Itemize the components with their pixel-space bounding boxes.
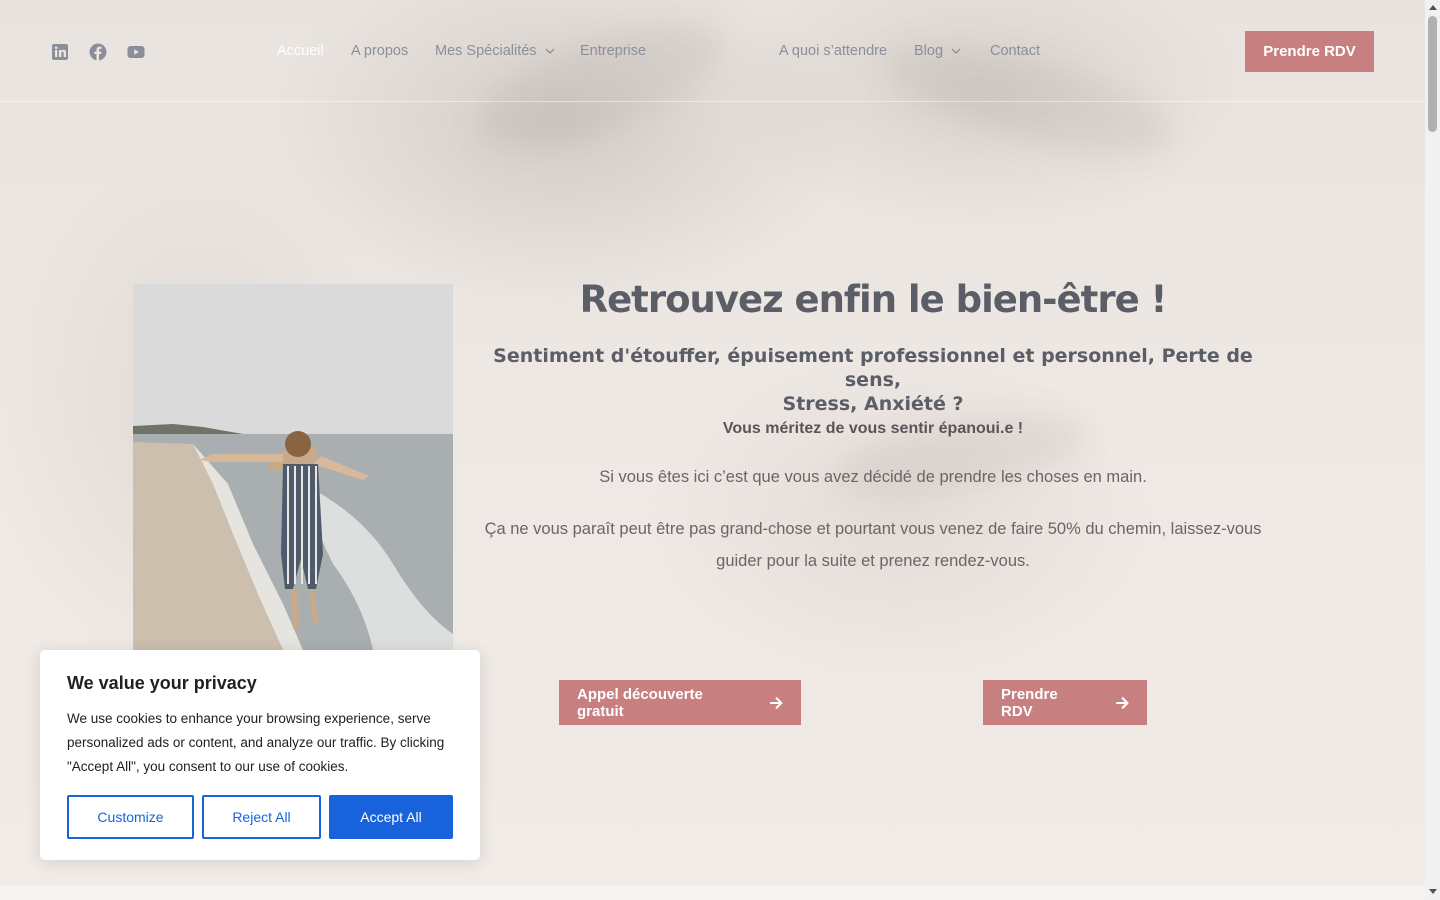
cta-label: Prendre RDV: [1001, 685, 1058, 720]
nav-label: Accueil: [277, 43, 324, 59]
site-header: Accueil A propos Mes Spécialités Entrepr…: [0, 0, 1425, 102]
header-prendre-rdv-button[interactable]: Prendre RDV: [1245, 31, 1374, 72]
hero-subtitle-line: Stress, Anxiété ?: [782, 393, 964, 415]
chevron-down-icon: [951, 48, 961, 54]
nav-label: Entreprise: [580, 43, 647, 59]
hero-paragraph-line: guider pour la suite et prenez rendez-vo…: [716, 552, 1030, 570]
chevron-down-icon: [545, 48, 555, 54]
cookie-reject-all-button[interactable]: Reject All: [202, 795, 321, 839]
scroll-up-arrow-icon[interactable]: [1429, 5, 1437, 10]
nav-label: Blog: [914, 43, 944, 59]
cta-label: Appel découverte gratuit: [577, 685, 703, 720]
nav-item-entreprise[interactable]: Entreprise: [580, 43, 646, 59]
cookie-consent-banner: We value your privacy We use cookies to …: [40, 650, 480, 860]
nav-item-accueil[interactable]: Accueil: [277, 43, 324, 59]
nav-item-a-quoi-sattendre[interactable]: A quoi s’attendre: [779, 43, 887, 59]
hero-subtitle-line: Sentiment d'étouffer, épuisement profess…: [493, 345, 1253, 391]
youtube-icon[interactable]: [127, 43, 145, 61]
nav-item-contact[interactable]: Contact: [990, 43, 1040, 59]
scroll-thumb[interactable]: [1428, 16, 1437, 132]
hero-paragraph: Ça ne vous paraît peut être pas grand-ch…: [480, 513, 1266, 577]
linkedin-icon[interactable]: [51, 43, 69, 61]
hero-photo-woman-on-beach: [133, 284, 453, 650]
page-scrollbar[interactable]: [1425, 0, 1440, 900]
hero-title: Retrouvez enfin le bien-être !: [579, 278, 1168, 321]
prendre-rdv-button[interactable]: Prendre RDV: [983, 680, 1147, 725]
facebook-icon[interactable]: [89, 43, 107, 61]
appel-decouverte-button[interactable]: Appel découverte gratuit: [559, 680, 801, 725]
social-links: [51, 43, 145, 61]
nav-label: A propos: [351, 43, 409, 59]
nav-item-blog[interactable]: Blog: [914, 43, 961, 59]
cookie-text: We use cookies to enhance your browsing …: [67, 711, 445, 774]
hero-paragraph-line: Ça ne vous paraît peut être pas grand-ch…: [484, 520, 1262, 538]
cookie-accept-all-button[interactable]: Accept All: [329, 795, 453, 839]
nav-label: Contact: [990, 43, 1040, 59]
cookie-customize-button[interactable]: Customize: [67, 795, 194, 839]
hero-strong-text: Vous méritez de vous sentir épanoui.e !: [722, 420, 1024, 437]
hero-paragraph: Si vous êtes ici c’est que vous avez déc…: [599, 468, 1147, 486]
arrow-right-icon: [769, 696, 783, 709]
cookie-title: We value your privacy: [67, 673, 257, 693]
arrow-right-icon: [1115, 696, 1129, 709]
scroll-down-arrow-icon[interactable]: [1429, 889, 1437, 894]
nav-item-a-propos[interactable]: A propos: [351, 43, 408, 59]
hero-subtitle: Sentiment d'étouffer, épuisement profess…: [480, 344, 1266, 416]
nav-label: Mes Spécialités: [435, 43, 537, 59]
nav-item-specialites[interactable]: Mes Spécialités: [435, 43, 555, 59]
next-section-edge: [0, 885, 1425, 900]
nav-label: A quoi s’attendre: [779, 43, 888, 59]
